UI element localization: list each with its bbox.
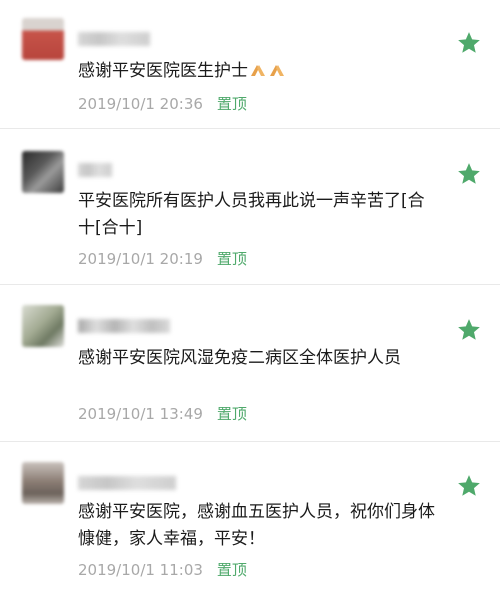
comment-item: 感谢平安医院，感谢血五医护人员，祝你们身体慷健，家人幸福，平安！ 2019/10… [0,442,500,606]
comment-text: 感谢平安医院风湿免疫二病区全体医护人员 [78,348,401,368]
avatar[interactable] [22,305,64,347]
comment-text-content: 感谢平安医院医生护士 [78,61,248,81]
comment-item: 平安医院所有医护人员我再此说一声辛苦了[合十[合十] 2019/10/1 20:… [0,129,500,285]
pin-button[interactable]: 置顶 [217,561,247,579]
username-blurred [78,476,176,490]
comment-list: 感谢平安医院医生护士 2019/10/1 20:36 置顶 平安医院所有医护人员我… [0,0,500,606]
folded-hands-icon [249,60,267,76]
username-blurred [78,32,150,46]
pin-button[interactable]: 置顶 [217,95,247,113]
comment-time: 2019/10/1 20:36 [78,95,203,113]
star-icon[interactable] [456,30,482,56]
username-blurred [78,319,170,333]
comment-text: 感谢平安医院，感谢血五医护人员，祝你们身体慷健，家人幸福，平安！ [78,502,435,549]
comment-item: 感谢平安医院医生护士 2019/10/1 20:36 置顶 [0,0,500,129]
comment-time: 2019/10/1 20:19 [78,250,203,268]
comment-meta: 2019/10/1 11:03 置顶 [78,559,247,580]
comment-text: 感谢平安医院医生护士 [78,58,440,85]
comment-meta: 2019/10/1 13:49 置顶 [78,403,247,424]
comment-item: 感谢平安医院风湿免疫二病区全体医护人员 2019/10/1 13:49 置顶 [0,285,500,442]
avatar[interactable] [22,18,64,60]
folded-hands-icon [268,60,286,76]
comment-text: 平安医院所有医护人员我再此说一声辛苦了[合十[合十] [78,191,425,238]
pin-button[interactable]: 置顶 [217,250,247,268]
comment-meta: 2019/10/1 20:19 置顶 [78,248,247,269]
avatar[interactable] [22,151,64,193]
username-blurred [78,163,112,177]
star-icon[interactable] [456,161,482,187]
avatar[interactable] [22,462,64,504]
pin-button[interactable]: 置顶 [217,405,247,423]
comment-time: 2019/10/1 11:03 [78,561,203,579]
star-icon[interactable] [456,473,482,499]
comment-meta: 2019/10/1 20:36 置顶 [78,93,247,114]
star-icon[interactable] [456,317,482,343]
comment-time: 2019/10/1 13:49 [78,405,203,423]
